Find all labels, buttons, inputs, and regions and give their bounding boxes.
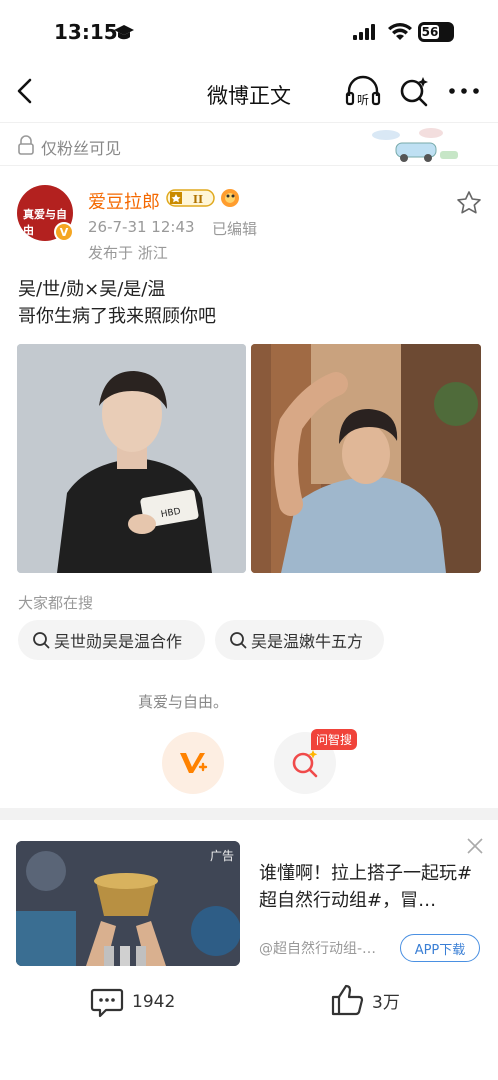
- verified-badge-icon: V: [54, 222, 74, 242]
- signal-icon: [353, 24, 375, 40]
- ad-tag: 广告: [209, 849, 234, 863]
- ask-search-tag: 问智搜: [311, 729, 358, 750]
- close-icon[interactable]: [465, 836, 485, 856]
- lock-icon: [18, 135, 34, 155]
- level-badge-icon: II: [166, 189, 215, 207]
- thumbs-up-icon: [331, 984, 364, 1016]
- ai-search-icon: [292, 750, 318, 778]
- visibility-label: 仅粉丝可见: [41, 139, 122, 158]
- post-time: 26-7-31 12:43: [88, 218, 195, 236]
- bottom-action-bar: 1942 3万: [0, 966, 498, 1038]
- like-count: 3万: [372, 992, 400, 1013]
- favorite-star-icon[interactable]: [456, 190, 482, 216]
- location-label: 发布于 浙江: [88, 244, 168, 262]
- wifi-icon: [388, 23, 412, 40]
- slogan-text: 真爱与自由。: [137, 693, 228, 711]
- search-chip-1-label: 吴世勋吴是温合作: [54, 632, 183, 651]
- visibility-bar: 仅粉丝可见: [0, 122, 498, 166]
- search-icon: [33, 632, 50, 649]
- ad-image[interactable]: 广告: [16, 841, 240, 966]
- search-chip-2[interactable]: 吴是温嫩牛五方: [215, 620, 384, 660]
- post-text: 吴/世/勋×吴/是/温 哥你生病了我来照顾你吧: [18, 276, 216, 330]
- post-text-line-1: 吴/世/勋×吴/是/温: [18, 279, 166, 300]
- photo-1-illustration: HBD: [17, 344, 246, 573]
- listen-icon[interactable]: 听: [344, 74, 382, 108]
- ad-source[interactable]: @超自然行动组-…: [259, 938, 376, 958]
- battery-icon: 56: [418, 22, 454, 42]
- svg-text:听: 听: [357, 93, 369, 107]
- edited-label[interactable]: 已编辑: [212, 218, 257, 239]
- comment-button[interactable]: 1942: [90, 986, 175, 1018]
- section-divider: [0, 808, 498, 820]
- ai-search-icon[interactable]: [398, 75, 430, 107]
- status-time: 13:15: [54, 20, 118, 44]
- status-bar: 13:15 56: [0, 0, 498, 66]
- app-download-button[interactable]: APP下载: [400, 934, 480, 962]
- decoration-cars-icon: [372, 128, 458, 162]
- post-text-line-2: 哥你生病了我来照顾你吧: [18, 306, 216, 327]
- level-text: II: [193, 193, 203, 206]
- battery-level: 56: [421, 25, 439, 39]
- reward-button[interactable]: [162, 732, 224, 794]
- comment-icon: [90, 988, 124, 1018]
- ad-illustration: [16, 841, 240, 966]
- search-hint-title: 大家都在搜: [18, 594, 94, 612]
- photo-2-illustration: [251, 344, 481, 573]
- search-chip-2-label: 吴是温嫩牛五方: [251, 632, 364, 651]
- post-photo-1[interactable]: HBD: [17, 344, 246, 573]
- more-icon[interactable]: [447, 78, 481, 104]
- search-icon: [230, 632, 247, 649]
- author-name[interactable]: 爱豆拉郎: [88, 188, 160, 214]
- graduation-cap-icon: [114, 25, 134, 40]
- like-button[interactable]: 3万: [330, 983, 400, 1017]
- fan-badge-icon: [221, 189, 239, 207]
- v-plus-icon: [180, 753, 208, 773]
- post-photo-2[interactable]: [251, 344, 481, 573]
- comment-count: 1942: [132, 992, 176, 1012]
- search-chip-1[interactable]: 吴世勋吴是温合作: [18, 620, 205, 660]
- ad-text[interactable]: 谁懂啊！拉上搭子一起玩#超自然行动组#，冒…: [259, 860, 481, 914]
- nav-bar: 微博正文 听: [0, 66, 498, 120]
